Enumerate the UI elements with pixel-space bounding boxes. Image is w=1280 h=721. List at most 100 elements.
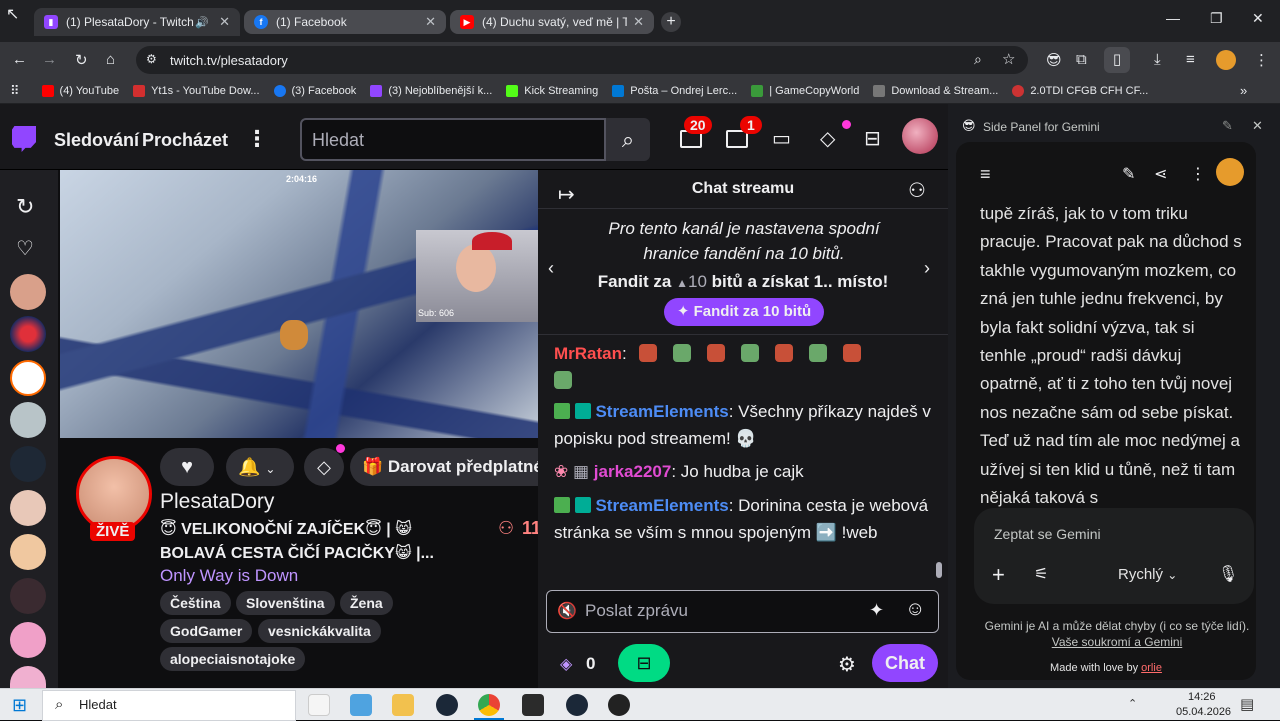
channel-name[interactable]: PlesataDory	[160, 490, 274, 514]
bookmark[interactable]: Yt1s - YouTube Dow...	[133, 84, 260, 97]
twitch-logo-icon[interactable]	[12, 126, 36, 152]
video-player[interactable]: 2:04:16 Sub: 606	[60, 170, 538, 438]
speaker-icon[interactable]: 🔊	[195, 16, 209, 29]
gemini-avatar[interactable]	[1216, 158, 1244, 186]
followed-heart-icon[interactable]: ♡	[16, 236, 34, 261]
chat-username[interactable]: jarka2207	[594, 462, 672, 481]
bookmark[interactable]: | GameCopyWorld	[751, 84, 859, 97]
cheer-button[interactable]: ✦ Fandit za 10 bitů	[664, 298, 824, 326]
channel-avatar[interactable]	[10, 316, 46, 352]
notifications-button[interactable]: 🔔 ⌄	[226, 448, 294, 486]
channel-avatar-large[interactable]	[76, 456, 152, 532]
file-icon[interactable]	[308, 694, 330, 716]
zoom-icon[interactable]: ⌕	[974, 51, 982, 68]
tag[interactable]: GodGamer	[160, 619, 253, 643]
adobe-icon[interactable]	[522, 694, 544, 716]
tools-icon[interactable]: ⚟	[1034, 564, 1048, 584]
prompt-box[interactable]: Zeptat se Gemini + ⚟ Rychlý ⌄ 🎙	[974, 508, 1254, 604]
clock-time[interactable]: 14:26	[1188, 691, 1216, 703]
tab-twitch[interactable]: ▮ (1) PlesataDory - Twitch 🔊 ✕	[34, 8, 240, 36]
channel-avatar[interactable]	[10, 274, 46, 310]
close-tab-icon[interactable]: ✕	[633, 14, 644, 30]
chat-username[interactable]: StreamElements	[595, 496, 728, 515]
tag[interactable]: alopeciaisnotajoke	[160, 647, 306, 671]
profile-avatar[interactable]	[1216, 50, 1236, 70]
channel-avatar[interactable]	[10, 578, 46, 614]
chat-username[interactable]: StreamElements	[595, 402, 728, 421]
close-panel-icon[interactable]: ✕	[1252, 118, 1263, 134]
channel-avatar[interactable]	[10, 534, 46, 570]
home-icon[interactable]: ⌂	[106, 51, 115, 68]
bits-button[interactable]: ◇	[304, 448, 344, 486]
tag[interactable]: Žena	[340, 591, 393, 615]
extensions-puzzle-icon[interactable]: ⧉	[1076, 51, 1087, 68]
unpin-icon[interactable]: ✎	[1222, 118, 1233, 134]
channel-avatar[interactable]	[10, 360, 46, 396]
minimize-button[interactable]: —	[1166, 10, 1180, 26]
reload-icon[interactable]: ↻	[75, 51, 88, 69]
close-window-button[interactable]: ✕	[1252, 10, 1264, 27]
more-options-icon[interactable]: ⋮	[1190, 164, 1206, 184]
user-avatar[interactable]	[902, 118, 938, 154]
search-button[interactable]: ⌕	[606, 118, 650, 161]
category-link[interactable]: Only Way is Down	[160, 566, 298, 586]
steam-icon[interactable]	[566, 694, 588, 716]
tray-chevron-icon[interactable]: ⌃	[1128, 697, 1137, 710]
share-icon[interactable]: ⋖	[1154, 164, 1167, 184]
channel-avatar[interactable]	[10, 622, 46, 658]
cheer-icon[interactable]: ✦	[869, 600, 884, 621]
forward-icon[interactable]: →	[42, 51, 57, 68]
steam-icon[interactable]	[436, 694, 458, 716]
bookmark[interactable]: (3) Nejoblíbenější k...	[370, 84, 492, 97]
follow-button[interactable]: ♥	[160, 448, 214, 486]
mode-selector[interactable]: Rychlý ⌄	[1118, 566, 1177, 583]
tab-facebook[interactable]: f (1) Facebook ✕	[244, 10, 446, 34]
bookmark[interactable]: 2.0TDI CFGB CFH CF...	[1012, 84, 1148, 97]
collapse-sidebar-icon[interactable]: ↻	[16, 194, 34, 220]
channel-avatar[interactable]	[10, 666, 46, 688]
emoji-icon[interactable]: ☺	[905, 598, 925, 621]
gift-sub-button[interactable]: 🎁 Darovat předplatné	[350, 448, 538, 486]
author-link[interactable]: orlie	[1141, 662, 1162, 674]
prime-icon[interactable]: ⊟	[864, 126, 881, 151]
media-player-icon[interactable]	[608, 694, 630, 716]
add-icon[interactable]: +	[992, 562, 1005, 588]
tag[interactable]: vesnickákvalita	[258, 619, 381, 643]
chat-send-button[interactable]: Chat	[872, 644, 938, 682]
taskbar-search[interactable]: ⌕ Hledat	[42, 690, 296, 721]
chat-username[interactable]: MrRatan	[554, 344, 622, 363]
more-bookmarks-icon[interactable]: »	[1240, 83, 1247, 98]
users-icon[interactable]: ⚇	[908, 178, 926, 203]
media-icon[interactable]: ≡	[1186, 51, 1195, 68]
privacy-link[interactable]: Vaše soukromí a Gemini	[1052, 635, 1183, 649]
extension-icon[interactable]: 😎	[1046, 51, 1062, 69]
clock-date[interactable]: 05.04.2026	[1176, 706, 1231, 718]
notification-center-icon[interactable]: ▤	[1240, 695, 1254, 713]
address-bar[interactable]: ⚙ twitch.tv/plesatadory ⌕ ☆	[136, 46, 1028, 74]
channel-avatar[interactable]	[10, 490, 46, 526]
new-chat-icon[interactable]: ✎	[1122, 164, 1135, 184]
channel-points-icon[interactable]: ◈	[560, 654, 572, 674]
more-icon[interactable]: ⋮	[246, 126, 268, 152]
file-explorer-icon[interactable]	[392, 694, 414, 716]
tag[interactable]: Slovenština	[236, 591, 335, 615]
download-icon[interactable]: ⤓	[1154, 51, 1161, 68]
menu-icon[interactable]: ⋮	[1254, 51, 1269, 69]
nav-following[interactable]: Sledování	[54, 130, 139, 151]
maximize-button[interactable]: ❐	[1210, 10, 1223, 27]
menu-icon[interactable]: ≡	[980, 164, 991, 185]
new-tab-button[interactable]: +	[661, 12, 681, 32]
microphone-icon[interactable]: 🎙	[1218, 564, 1238, 584]
close-tab-icon[interactable]: ✕	[219, 14, 230, 30]
photos-icon[interactable]	[350, 694, 372, 716]
chat-bubble-icon[interactable]: ▭	[772, 126, 791, 151]
chrome-icon[interactable]	[478, 694, 500, 716]
bookmark[interactable]: (4) YouTube	[41, 84, 119, 97]
back-icon[interactable]: ←	[12, 51, 27, 68]
chat-input[interactable]: 🔇 Poslat zprávu ✦ ☺	[546, 590, 939, 633]
bookmark[interactable]: Pošta – Ondrej Lerc...	[612, 84, 737, 97]
tag[interactable]: Čeština	[160, 591, 231, 615]
bookmark[interactable]: Kick Streaming	[506, 84, 598, 97]
tab-youtube[interactable]: ▶ (4) Duchu svatý, veď mě | Temp ✕	[450, 10, 654, 34]
close-tab-icon[interactable]: ✕	[425, 14, 436, 30]
